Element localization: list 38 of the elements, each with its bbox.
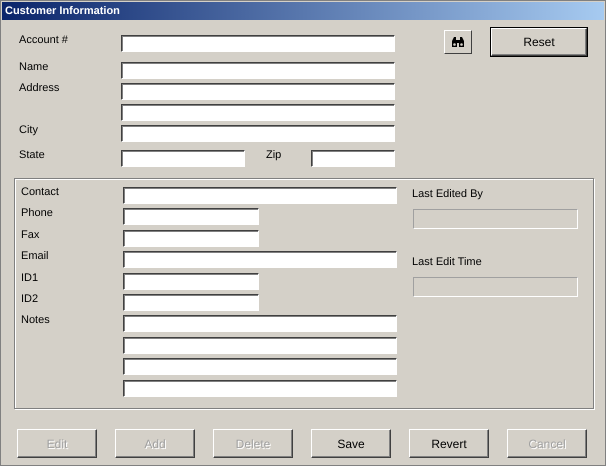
text-field[interactable] bbox=[121, 125, 395, 142]
text-field[interactable] bbox=[123, 272, 259, 290]
text-field[interactable] bbox=[121, 83, 395, 100]
field-label: ID2 bbox=[21, 292, 40, 307]
reset-button[interactable]: Reset bbox=[491, 28, 587, 56]
field-label: Contact bbox=[21, 186, 60, 200]
text-field[interactable] bbox=[123, 230, 259, 247]
text-field[interactable] bbox=[121, 35, 395, 52]
field-label: City bbox=[19, 124, 39, 138]
binoculars-icon bbox=[451, 36, 465, 48]
field-label: Zip bbox=[266, 149, 282, 163]
text-field[interactable] bbox=[121, 62, 395, 79]
field-label: Address bbox=[19, 82, 60, 96]
field-label: Account # bbox=[19, 34, 69, 48]
field-label: Name bbox=[19, 61, 50, 75]
text-field[interactable] bbox=[311, 150, 395, 167]
text-field[interactable] bbox=[121, 150, 245, 167]
field-label: State bbox=[19, 149, 46, 163]
field-label: Email bbox=[21, 250, 50, 264]
text-field[interactable] bbox=[123, 315, 397, 332]
search-button[interactable] bbox=[444, 30, 472, 54]
text-field[interactable] bbox=[123, 358, 397, 376]
field-label: Notes bbox=[21, 314, 51, 328]
text-field[interactable] bbox=[123, 251, 397, 268]
window-title: Customer Information bbox=[2, 2, 604, 20]
text-field[interactable] bbox=[123, 208, 259, 226]
field-label: Last Edit Time bbox=[412, 256, 483, 270]
text-field[interactable] bbox=[121, 104, 395, 121]
text-field[interactable] bbox=[123, 336, 397, 354]
text-field[interactable] bbox=[123, 294, 259, 311]
field-label: Phone bbox=[21, 207, 54, 222]
text-field[interactable] bbox=[123, 380, 397, 397]
field-label: Last Edited By bbox=[412, 188, 484, 202]
field-label: Fax bbox=[21, 228, 40, 243]
text-field[interactable] bbox=[123, 187, 397, 204]
action-button[interactable]: Revert bbox=[409, 429, 489, 458]
action-button[interactable]: Save bbox=[311, 429, 391, 458]
field-label: ID1 bbox=[21, 272, 40, 286]
